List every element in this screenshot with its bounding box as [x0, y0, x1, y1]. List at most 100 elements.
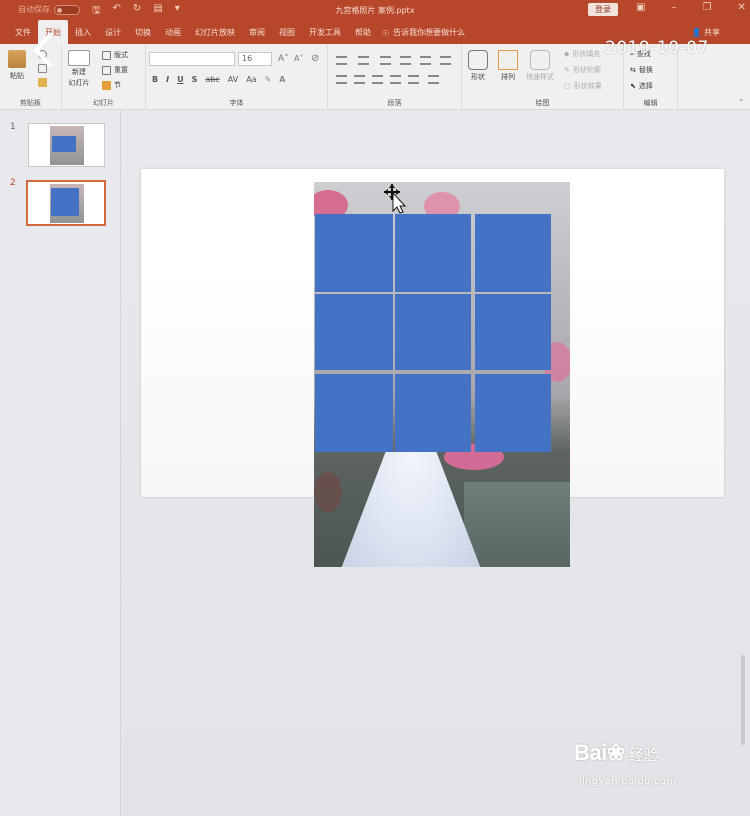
grid-tile-r1-c2[interactable] [395, 214, 471, 292]
effects-icon: ▢ [564, 82, 571, 90]
justify-icon[interactable] [390, 75, 401, 84]
slide-thumbnail-1[interactable] [28, 123, 105, 167]
minimize-icon[interactable]: – [671, 2, 676, 13]
redo-icon[interactable]: ↻ [133, 3, 141, 20]
grid-tile-r3-c2[interactable] [395, 374, 471, 452]
shadow-button[interactable]: S [192, 75, 198, 84]
paste-icon [8, 50, 26, 68]
shape-fill-button[interactable]: ◆ 形状填充 [564, 49, 600, 59]
font-color-icon[interactable]: A [279, 75, 285, 84]
tab-insert[interactable]: 插入 [68, 20, 98, 44]
flower-decoration [314, 472, 342, 512]
arrange-label: 排列 [501, 73, 515, 81]
watermark-sub: 经验 [628, 746, 659, 764]
tell-me-search[interactable]: ☉ 告诉我你想要做什么 [378, 20, 471, 44]
grid-tile-r3-c3[interactable] [475, 374, 551, 452]
bullets-icon[interactable] [336, 56, 347, 65]
thumbnail-tiles [52, 136, 76, 152]
grid-tile-r3-c1[interactable] [315, 374, 393, 452]
grid-tile-r1-c1[interactable] [315, 214, 393, 292]
align-left-icon[interactable] [336, 75, 347, 84]
grid-tile-r1-c3[interactable] [475, 214, 551, 292]
align-text-icon[interactable] [428, 75, 439, 84]
decrease-indent-icon[interactable] [380, 56, 391, 65]
tab-design[interactable]: 设计 [98, 20, 128, 44]
window-controls: ▣ – ❐ ✕ [636, 2, 746, 13]
new-slide-icon [68, 50, 90, 66]
clear-format-icon[interactable]: ⊘ [311, 53, 319, 64]
slide-thumbnail-2[interactable] [26, 180, 106, 226]
fill-icon: ◆ [564, 50, 570, 58]
login-button[interactable]: 登录 [588, 3, 618, 16]
slides-group: 新建 幻灯片 版式 重置 节 幻灯片 [62, 44, 146, 110]
quick-styles-button[interactable]: 快速样式 [526, 50, 554, 82]
grid-tile-r2-c1[interactable] [315, 294, 393, 370]
align-center-icon[interactable] [354, 75, 365, 84]
replace-button[interactable]: ⇆ 替换 [630, 65, 653, 75]
autosave-toggle[interactable]: 自动保存 [18, 4, 80, 15]
arrange-button[interactable]: 排列 [498, 50, 518, 82]
select-icon: ⬉ [630, 82, 636, 90]
section-label: 节 [114, 81, 121, 89]
tab-review[interactable]: 审阅 [242, 20, 272, 44]
clipboard-label: 剪贴板 [20, 99, 41, 107]
customize-toolbar-icon[interactable]: ▾ [175, 3, 180, 20]
shrink-font-icon[interactable]: A˅ [294, 54, 303, 63]
grid-tile-r2-c3[interactable] [475, 294, 551, 370]
present-icon[interactable]: ▤ [153, 3, 162, 20]
save-icon[interactable]: 🖫 [92, 3, 101, 20]
paste-button[interactable]: 粘贴 [8, 50, 26, 81]
shapes-button[interactable]: 形状 [468, 50, 488, 82]
autosave-switch[interactable] [54, 4, 80, 15]
layout-button[interactable]: 版式 [102, 50, 128, 60]
grow-font-icon[interactable]: A˄ [278, 54, 289, 64]
font-size-box[interactable]: 16 [238, 52, 272, 66]
grid-tile-r2-c2[interactable] [395, 294, 471, 370]
strikethrough-button[interactable]: abc [205, 75, 219, 84]
collapse-ribbon-icon[interactable]: ⌃ [738, 98, 745, 107]
bold-button[interactable]: B [152, 75, 158, 84]
slide-number-1: 1 [10, 122, 16, 132]
tab-animations[interactable]: 动画 [158, 20, 188, 44]
select-button[interactable]: ⬉ 选择 [630, 81, 653, 91]
shape-effects-button[interactable]: ▢ 形状效果 [564, 81, 602, 91]
paste-label: 粘贴 [10, 72, 24, 80]
line-spacing-icon[interactable] [420, 56, 431, 65]
tab-help[interactable]: 帮助 [348, 20, 378, 44]
text-direction-icon[interactable] [440, 56, 451, 65]
shape-outline-button[interactable]: ✎ 形状轮廓 [564, 65, 601, 75]
tab-slideshow[interactable]: 幻灯片放映 [188, 20, 242, 44]
share-button[interactable]: 👤 共享 [691, 27, 720, 38]
numbering-icon[interactable] [358, 56, 369, 65]
underline-button[interactable]: U [177, 75, 184, 84]
format-painter-icon[interactable] [38, 78, 47, 87]
new-slide-button[interactable]: 新建 幻灯片 [68, 50, 90, 88]
columns-icon[interactable] [408, 75, 419, 84]
change-case-button[interactable]: Aa [246, 75, 256, 84]
vertical-scrollbar[interactable] [741, 655, 745, 745]
ribbon-display-icon[interactable]: ▣ [636, 2, 645, 13]
close-icon[interactable]: ✕ [737, 2, 745, 13]
new-slide-label-2: 幻灯片 [68, 79, 90, 87]
undo-icon[interactable]: ↶ [113, 3, 121, 20]
arrange-icon [498, 50, 518, 70]
watermark-brand: Bai [574, 740, 607, 765]
highlight-icon[interactable]: ✎ [265, 75, 272, 84]
tab-transitions[interactable]: 切换 [128, 20, 158, 44]
section-button[interactable]: 节 [102, 80, 121, 90]
layout-icon [102, 50, 111, 60]
shape-outline-label: 形状轮廓 [572, 66, 601, 74]
font-name-box[interactable] [149, 52, 235, 66]
tab-developer[interactable]: 开发工具 [302, 20, 348, 44]
back-arrow-icon[interactable] [28, 32, 58, 68]
increase-indent-icon[interactable] [400, 56, 411, 65]
reset-button[interactable]: 重置 [102, 65, 128, 75]
align-right-icon[interactable] [372, 75, 383, 84]
italic-button[interactable]: I [166, 75, 169, 84]
thumbnail-photo [50, 126, 84, 165]
char-spacing-button[interactable]: AV [228, 75, 238, 84]
restore-icon[interactable]: ❐ [702, 2, 711, 13]
thumbnail-photo [50, 184, 84, 223]
slides-label: 幻灯片 [93, 99, 114, 107]
tab-view[interactable]: 视图 [272, 20, 302, 44]
